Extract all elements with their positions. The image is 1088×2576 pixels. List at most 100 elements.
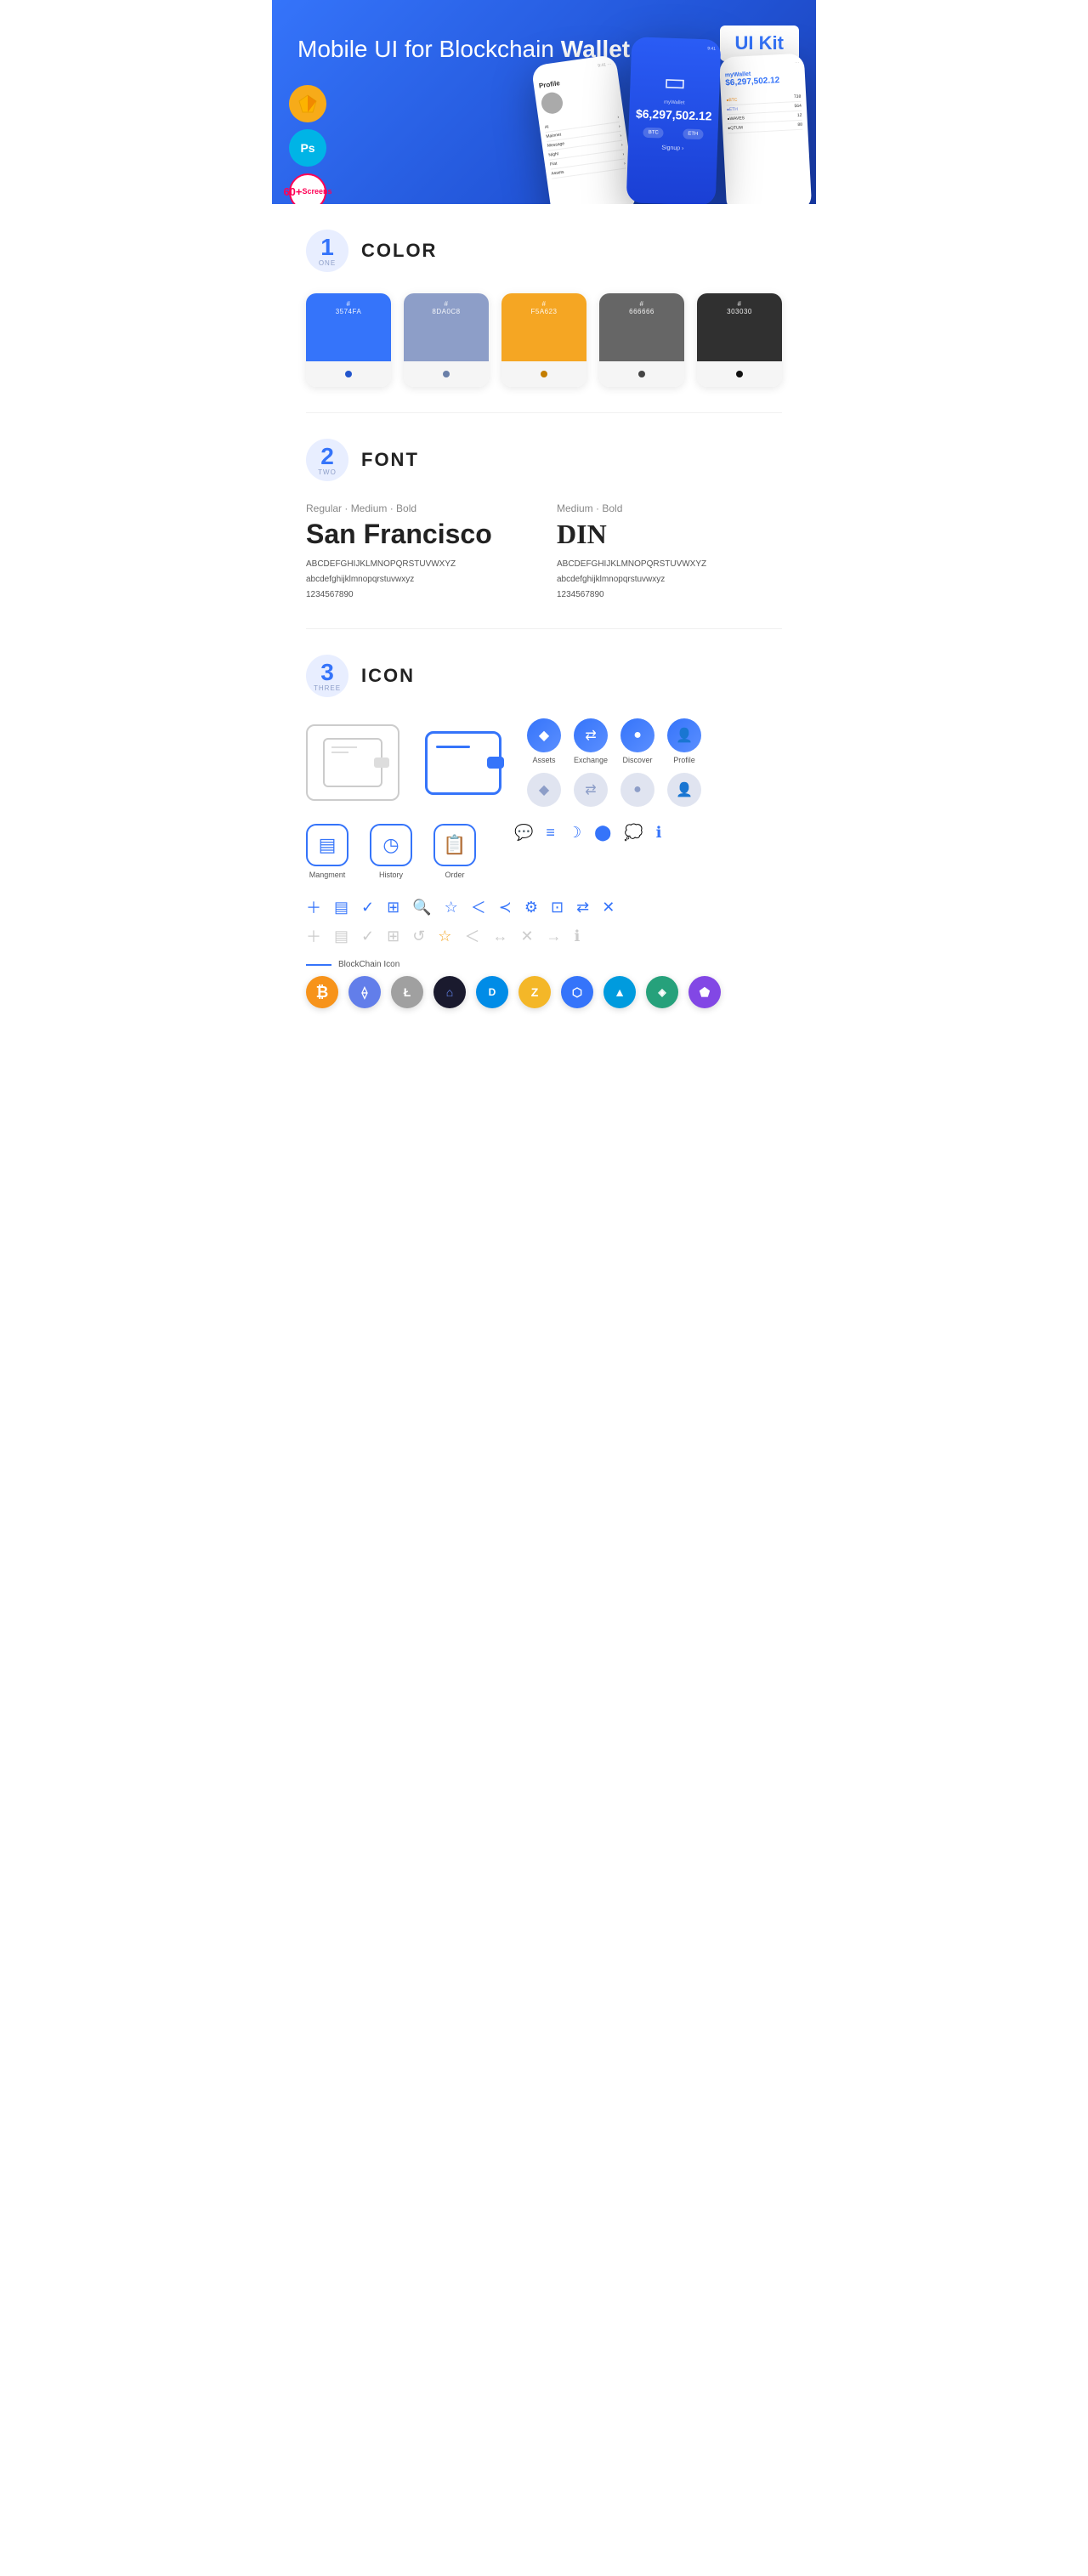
check-icon-gray: ✓ <box>361 928 374 945</box>
back-icon-gray: ＜ <box>464 925 479 947</box>
back-icon[interactable]: ＜ <box>471 896 486 918</box>
icon-title: ICON <box>361 665 415 687</box>
refresh-icon-gray: ↺ <box>412 928 425 945</box>
nav-icon-exchange[interactable]: ⇄ Exchange <box>574 718 608 764</box>
small-icons-row-2: ＋ ▤ ✓ ⊞ ↺ ☆ ＜ ↔ ✕ → ℹ <box>306 925 782 947</box>
qr-icon-gray: ⊞ <box>387 928 400 945</box>
font-san-francisco: Regular · Medium · Bold San Francisco AB… <box>306 502 531 603</box>
profile-icon[interactable]: 👤 <box>667 718 701 752</box>
plus-icon-gray: ＋ <box>306 925 321 947</box>
nav-icon-assets[interactable]: ◆ Assets <box>527 718 561 764</box>
info-icon: ℹ <box>656 824 662 842</box>
assets-icon[interactable]: ◆ <box>527 718 561 752</box>
comment-icon: 💭 <box>624 824 643 842</box>
grid-crypto-icon: ⬡ <box>561 976 593 1008</box>
bitcoin-icon: ₿ <box>306 976 338 1008</box>
layers-icon: ≡ <box>546 824 555 842</box>
tether-icon: ◈ <box>646 976 678 1008</box>
font-section: 2 TWO FONT Regular · Medium · Bold San F… <box>272 413 816 628</box>
crypto-icons-row: ₿ ⟠ Ł ⌂ D Z ⬡ ▲ ◈ ⬟ <box>306 976 782 1008</box>
font-section-header: 2 TWO FONT <box>306 439 782 481</box>
blockchain-label-row: BlockChain Icon <box>306 960 782 969</box>
dash-icon: D <box>476 976 508 1008</box>
zcash-icon: Z <box>518 976 551 1008</box>
wallet-icon-blue <box>425 731 502 795</box>
nav-icon-profile-gray: 👤 <box>667 773 701 807</box>
phone-left: 9:41 ··· Profile AI› Mainnet› Message› N… <box>531 54 638 204</box>
color-card-gray: #8DA0C8 <box>404 293 489 387</box>
color-card-black: #303030 <box>697 293 782 387</box>
phone-right: ··· myWallet $6,297,502.12 ●BTC738 ●ETH5… <box>719 53 813 204</box>
litecoin-icon: Ł <box>391 976 423 1008</box>
check-icon[interactable]: ✓ <box>361 899 374 916</box>
font-din: Medium · Bold DIN ABCDEFGHIJKLMNOPQRSTUV… <box>557 502 782 603</box>
nav-icons-group: ◆ Assets ⇄ Exchange ● Discover 👤 Profile <box>527 718 701 807</box>
matic-icon: ⬟ <box>688 976 721 1008</box>
exchange-icon-gray: ⇄ <box>574 773 608 807</box>
screens-badge: 60+ Screens <box>289 173 326 204</box>
app-icons-row: ▤ Mangment ◷ History 📋 Order 💬 ≡ ☽ ⬤ 💭 ℹ <box>306 824 782 879</box>
color-title: COLOR <box>361 240 437 262</box>
qr-icon[interactable]: ⊞ <box>387 899 400 916</box>
profile-icon-gray: 👤 <box>667 773 701 807</box>
wings-icon: ⌂ <box>434 976 466 1008</box>
font-grid: Regular · Medium · Bold San Francisco AB… <box>306 502 782 603</box>
info-icon-gray: ℹ <box>575 928 581 945</box>
grid-icon-gray: ▤ <box>334 928 348 945</box>
misc-icons-group: 💬 ≡ ☽ ⬤ 💭 ℹ <box>514 824 662 879</box>
ps-badge: Ps <box>289 129 326 167</box>
section-number-1: 1 ONE <box>306 230 348 272</box>
close-icon-gray: ✕ <box>520 928 533 945</box>
sketch-badge <box>289 85 326 122</box>
app-icon-order[interactable]: 📋 Order <box>434 824 476 879</box>
nav-icon-profile[interactable]: 👤 Profile <box>667 718 701 764</box>
icon-main-row: ◆ Assets ⇄ Exchange ● Discover 👤 Profile <box>306 718 782 807</box>
color-card-orange: #F5A623 <box>502 293 586 387</box>
chat-icon: 💬 <box>514 824 533 842</box>
forward-icon-gray: → <box>547 928 562 945</box>
swap-icon[interactable]: ⇄ <box>576 899 589 916</box>
share-icon[interactable]: ≺ <box>499 899 512 916</box>
color-card-blue: #3574FA <box>306 293 391 387</box>
star-icon[interactable]: ☆ <box>445 899 458 916</box>
nav-icon-discover[interactable]: ● Discover <box>620 718 654 764</box>
waves-icon: ▲ <box>604 976 636 1008</box>
assets-icon-gray: ◆ <box>527 773 561 807</box>
color-section: 1 ONE COLOR #3574FA #8DA0C8 #F5A623 #666… <box>272 204 816 412</box>
grid-icon[interactable]: ▤ <box>334 899 348 916</box>
phone-center: 9:41 ▭ myWallet $6,297,502.12 BTC ETH Si… <box>626 37 722 204</box>
exchange-icon[interactable]: ⇄ <box>574 718 608 752</box>
icon-section-header: 3 THREE ICON <box>306 655 782 697</box>
section-number-2: 2 TWO <box>306 439 348 481</box>
hero-phones: 9:41 ··· Profile AI› Mainnet› Message› N… <box>540 38 808 204</box>
color-swatches: #3574FA #8DA0C8 #F5A623 #666666 #303030 <box>306 293 782 387</box>
nav-icon-assets-gray: ◆ <box>527 773 561 807</box>
star-icon-orange: ☆ <box>438 928 451 945</box>
wallet-wireframe-container <box>306 724 400 801</box>
hero-badges: Ps 60+ Screens <box>289 85 326 204</box>
hero-section: Mobile UI for Blockchain Wallet UI Kit P… <box>272 0 816 204</box>
discover-icon[interactable]: ● <box>620 718 654 752</box>
nav-icon-exchange-gray: ⇄ <box>574 773 608 807</box>
export-icon[interactable]: ⊡ <box>551 899 564 916</box>
section-number-3: 3 THREE <box>306 655 348 697</box>
history-icon[interactable]: ◷ <box>370 824 412 866</box>
order-icon[interactable]: 📋 <box>434 824 476 866</box>
circle-icon: ⬤ <box>594 824 611 842</box>
ethereum-icon: ⟠ <box>348 976 381 1008</box>
discover-icon-gray: ● <box>620 773 654 807</box>
icon-section: 3 THREE ICON ◆ Assets <box>272 629 816 1034</box>
moon-icon: ☽ <box>568 824 581 842</box>
management-icon[interactable]: ▤ <box>306 824 348 866</box>
search-icon[interactable]: 🔍 <box>412 899 431 916</box>
app-icon-history[interactable]: ◷ History <box>370 824 412 879</box>
settings-icon[interactable]: ⚙ <box>524 899 538 916</box>
nav-icon-discover-gray: ● <box>620 773 654 807</box>
font-title: FONT <box>361 449 419 471</box>
app-icon-management[interactable]: ▤ Mangment <box>306 824 348 879</box>
close-icon[interactable]: ✕ <box>602 899 615 916</box>
color-section-header: 1 ONE COLOR <box>306 230 782 272</box>
swap-icon-gray: ↔ <box>492 928 507 945</box>
blockchain-line <box>306 964 332 966</box>
plus-icon[interactable]: ＋ <box>306 896 321 918</box>
